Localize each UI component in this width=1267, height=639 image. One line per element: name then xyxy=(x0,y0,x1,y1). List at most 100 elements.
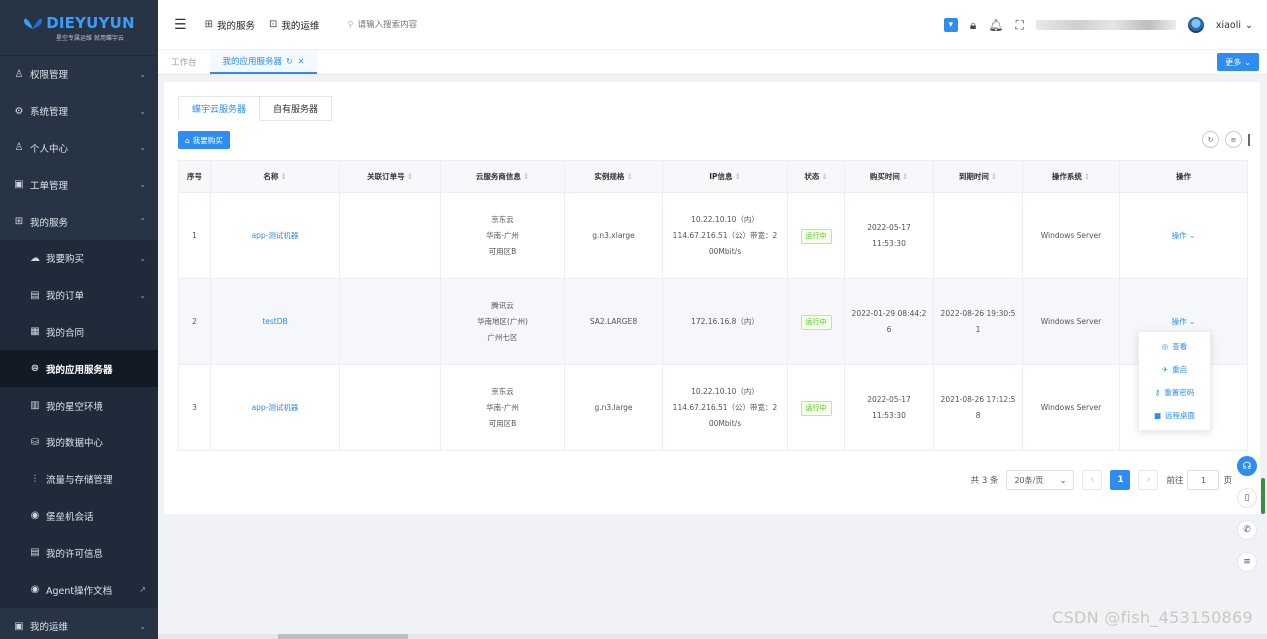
dropdown-item-label: 重置密码 xyxy=(1164,388,1195,397)
sidebar-item[interactable]: ◉ 堡垒机会话 xyxy=(0,497,158,535)
chevron-icon: ⌄ xyxy=(139,106,146,116)
header-right: ▾ 🔒︎ 🔔︎ ⛶ xiaoli ⌄ xyxy=(943,0,1253,50)
dropdown-item[interactable]: ⚷ 重置密码 xyxy=(1139,381,1210,404)
sidebar-item[interactable]: ☁ 我要购买 ⌄ xyxy=(0,239,158,277)
column-header[interactable]: 实例规格 ⇕ xyxy=(564,160,663,193)
tab-dieyu-servers[interactable]: 蝶宇云服务器 xyxy=(178,96,261,121)
cell-spec: g.n3.large xyxy=(564,364,663,451)
column-header[interactable]: 关联订单号 ⇕ xyxy=(339,160,441,193)
sort-icon[interactable]: ⇕ xyxy=(280,172,286,181)
tab-my-app-servers[interactable]: 我的应用服务器 ↻ ✕ xyxy=(209,50,318,74)
page-button[interactable]: 1 xyxy=(1110,470,1131,490)
more-button[interactable]: 更多 ⌄ xyxy=(1217,53,1259,71)
book-icon[interactable]: ▯ xyxy=(1237,488,1257,508)
hamburger-icon[interactable]: ☰ xyxy=(174,17,187,33)
scroll-thumb[interactable] xyxy=(278,634,408,639)
buy-button[interactable]: ⌂ 我要购买 xyxy=(178,131,230,149)
divider xyxy=(1248,133,1250,146)
sidebar-item[interactable]: ⊞ 我的服务 ⌃ xyxy=(0,203,158,240)
next-page-button[interactable]: › xyxy=(1138,470,1159,490)
action-button[interactable]: 操作 ⌄ xyxy=(1172,317,1196,326)
cell-line: 10.22.10.10（内） xyxy=(691,214,759,224)
cell-expire-time xyxy=(933,192,1023,279)
page-size-select[interactable]: 20条/页 ⌄ xyxy=(1006,470,1075,490)
column-header[interactable]: 云服务商信息 ⇕ xyxy=(440,160,565,193)
cell-name: app-测试机器 xyxy=(210,192,340,279)
cell-line: 114.67.216.51（公）带宽：2 xyxy=(672,230,778,240)
sort-icon[interactable]: ⇕ xyxy=(991,172,997,181)
status-badge: 运行中 xyxy=(800,314,832,330)
header-nav: ⊞ 我的服务 ⊡ 我的运维 xyxy=(205,18,320,32)
action-button[interactable]: 操作 ⌄ xyxy=(1172,231,1196,240)
sidebar-item[interactable]: ⚙ 系统管理 ⌄ xyxy=(0,93,158,130)
sort-icon[interactable]: ⇕ xyxy=(735,172,741,181)
search-input[interactable] xyxy=(357,19,508,30)
sidebar-item[interactable]: ▤ 我的许可信息 xyxy=(0,534,158,572)
sort-icon[interactable]: ⇕ xyxy=(523,172,529,181)
column-header[interactable]: IP信息 ⇕ xyxy=(662,160,788,193)
column-header[interactable]: 购买时间 ⇕ xyxy=(844,160,934,193)
dropdown-item[interactable]: ✈ 重启 xyxy=(1139,358,1210,381)
sidebar-item[interactable]: ♙ 个人中心 ⌄ xyxy=(0,130,158,167)
server-name-link[interactable]: app-测试机器 xyxy=(252,403,299,412)
bottom-scrollbar[interactable] xyxy=(158,634,1267,639)
fullscreen-icon[interactable]: ⛶ xyxy=(1015,18,1023,33)
dropdown-item-label: 重启 xyxy=(1172,365,1188,374)
sort-icon[interactable]: ⇕ xyxy=(1084,172,1090,181)
search-icon: ⚲ xyxy=(347,19,354,30)
sidebar-item[interactable]: ▣ 工单管理 ⌄ xyxy=(0,166,158,203)
column-header[interactable]: 名称 ⇕ xyxy=(210,160,340,193)
sidebar-item[interactable]: ▦ 我的合同 xyxy=(0,313,158,351)
goto-input[interactable] xyxy=(1187,470,1220,490)
sort-icon[interactable]: ⇕ xyxy=(407,172,413,181)
column-header: 操作 xyxy=(1119,160,1248,193)
dropdown-item[interactable]: ◎ 查看 xyxy=(1139,335,1210,358)
scrollbar[interactable] xyxy=(1261,478,1265,514)
chevron-icon: ⌄ xyxy=(139,143,146,153)
cell-no: 2 xyxy=(178,278,211,365)
server-name-link[interactable]: testDB xyxy=(262,317,287,326)
server-name-link[interactable]: app-测试机器 xyxy=(252,231,299,240)
tab-workbench[interactable]: 工作台 xyxy=(158,50,210,74)
sidebar-item[interactable]: ▤ 我的订单 ⌄ xyxy=(0,276,158,314)
cell-spec: SA2.LARGE8 xyxy=(564,278,663,365)
sidebar-item[interactable]: ⫶ 流量与存储管理 xyxy=(0,460,158,498)
column-header[interactable]: 到期时间 ⇕ xyxy=(933,160,1023,193)
sidebar-item[interactable]: ▣ 我的运维 ⌄ xyxy=(0,608,158,639)
page-size-value: 20条/页 xyxy=(1014,475,1044,485)
close-icon[interactable]: ✕ xyxy=(298,57,305,66)
tab-own-servers[interactable]: 自有服务器 xyxy=(260,96,333,121)
column-header[interactable]: 操作系统 ⇕ xyxy=(1022,160,1120,193)
sort-icon[interactable]: ⇕ xyxy=(902,172,908,181)
prev-page-button[interactable]: ‹ xyxy=(1082,470,1103,490)
column-settings-icon[interactable]: ≡ xyxy=(1225,131,1242,148)
sidebar-item[interactable]: ▥ 我的星空环境 xyxy=(0,387,158,424)
menu-icon[interactable]: ≡ xyxy=(1237,552,1257,572)
environment-icon: ▥ xyxy=(30,400,40,412)
refresh-icon[interactable]: ↻ xyxy=(1202,131,1219,148)
cell-provider: 腾讯云 华南地区(广州) 广州七区 xyxy=(440,278,565,365)
lock-icon[interactable]: 🔒︎ xyxy=(970,18,976,33)
cell-line: 华南-广州 xyxy=(486,230,519,240)
dropdown-item[interactable]: ■ 远程桌面 xyxy=(1139,404,1210,427)
sidebar-item[interactable]: ⊜ 我的应用服务器 xyxy=(0,350,158,388)
column-header[interactable]: 状态 ⇕ xyxy=(787,160,845,193)
avatar[interactable] xyxy=(1187,17,1204,33)
column-title: 关联订单号 xyxy=(367,172,405,181)
sort-icon[interactable]: ⇕ xyxy=(626,172,632,181)
sidebar-item[interactable]: ♙ 权限管理 ⌄ xyxy=(0,56,158,93)
sidebar-item[interactable]: ◉ Agent操作文档 ↗ xyxy=(0,571,158,608)
refresh-icon[interactable]: ↻ xyxy=(286,57,293,66)
sidebar-item[interactable]: ⛁ 我的数据中心 xyxy=(0,423,158,461)
sidebar-item-label: Agent操作文档 xyxy=(46,585,113,597)
phone-icon[interactable]: ✆ xyxy=(1237,520,1257,540)
header-nav-my-ops[interactable]: ⊡ 我的运维 xyxy=(269,18,319,32)
user-menu[interactable]: xiaoli ⌄ xyxy=(1216,20,1253,31)
headset-icon[interactable]: ☊ xyxy=(1237,456,1257,476)
sort-icon[interactable]: ⇕ xyxy=(821,172,827,181)
bell-icon[interactable]: 🔔︎ xyxy=(988,18,1003,32)
logo[interactable]: DIEYUYUN 星空专属运维 就用蝶宇云 xyxy=(0,0,158,56)
chevron-icon: ⌄ xyxy=(139,69,146,79)
screen-icon[interactable]: ▾ xyxy=(943,18,958,32)
header-nav-my-services[interactable]: ⊞ 我的服务 xyxy=(205,18,255,32)
